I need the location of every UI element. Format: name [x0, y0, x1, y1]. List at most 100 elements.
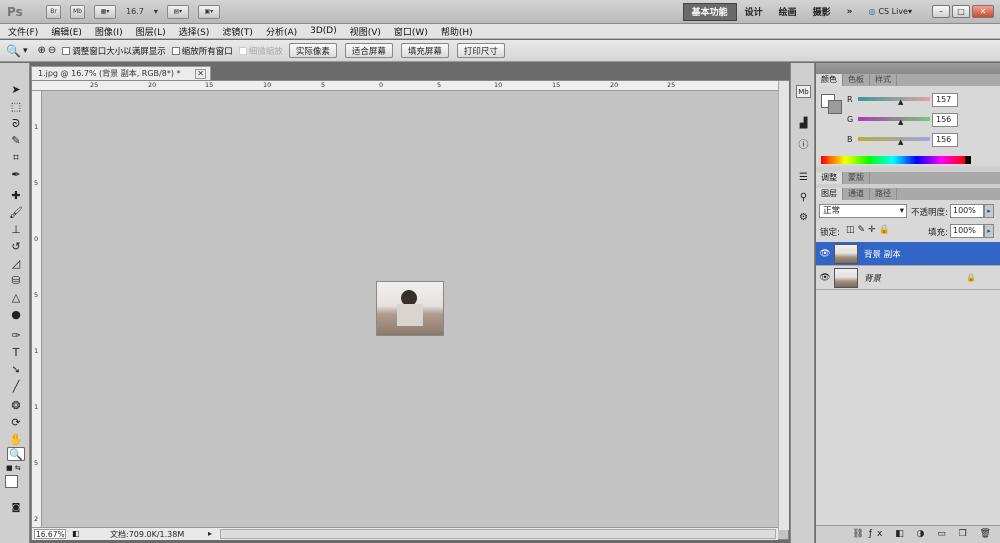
- minimize-button[interactable]: –: [932, 5, 950, 18]
- layer-row[interactable]: 👁 背景 副本: [816, 242, 1000, 266]
- tab-channels[interactable]: 通道: [843, 188, 870, 200]
- eyedropper-tool-icon[interactable]: ✒: [7, 168, 25, 182]
- tab-masks[interactable]: 蒙版: [843, 172, 870, 184]
- zoom-in-icon[interactable]: ⊕: [37, 45, 45, 56]
- pen-tool-icon[interactable]: ✑: [7, 329, 25, 343]
- type-tool-icon[interactable]: T: [7, 346, 25, 360]
- brush-tool-icon[interactable]: 🖌: [7, 206, 25, 220]
- menu-file[interactable]: 文件(F): [8, 25, 38, 38]
- g-value[interactable]: 156: [932, 113, 958, 127]
- clone-stamp-tool-icon[interactable]: ⊥: [7, 223, 25, 237]
- actual-pixels-button[interactable]: 实际像素: [288, 43, 337, 58]
- workspace-design[interactable]: 设计: [737, 3, 771, 21]
- blur-tool-icon[interactable]: △: [7, 291, 25, 305]
- zoom-all-checkbox[interactable]: [171, 46, 180, 55]
- foreground-color-swatch[interactable]: [5, 475, 18, 488]
- color-background-swatch[interactable]: [828, 100, 842, 114]
- blend-mode-select[interactable]: 正常 ▾: [819, 204, 907, 218]
- tab-paths[interactable]: 路径: [870, 188, 897, 200]
- r-slider-thumb-icon[interactable]: ▲: [898, 98, 903, 106]
- r-value[interactable]: 157: [932, 93, 958, 107]
- lock-icons[interactable]: ◫✎✛🔒: [846, 225, 893, 235]
- menu-select[interactable]: 选择(S): [179, 25, 210, 38]
- preset-dropdown-icon[interactable]: ▾: [23, 46, 28, 56]
- line-tool-icon[interactable]: ╱: [7, 380, 25, 394]
- menu-image[interactable]: 图像(I): [95, 25, 123, 38]
- zoom-tool-icon[interactable]: 🔍: [7, 447, 25, 461]
- r-slider[interactable]: [858, 97, 930, 101]
- 3d-rotate-tool-icon[interactable]: ❂: [7, 399, 25, 413]
- layers-footer-buttons[interactable]: ⛓ƒx ◧ ◑ ▭ ❒ 🗑: [816, 525, 1000, 543]
- menu-3d[interactable]: 3D(D): [310, 26, 337, 36]
- zoom-dropdown-icon[interactable]: ▾: [154, 7, 158, 16]
- maximize-button[interactable]: □: [952, 5, 970, 18]
- close-tab-icon[interactable]: ✕: [195, 69, 206, 79]
- crop-tool-icon[interactable]: ⌗: [7, 151, 25, 165]
- b-value[interactable]: 156: [932, 133, 958, 147]
- fill-screen-button[interactable]: 填充屏幕: [400, 43, 449, 58]
- color-spectrum-bar[interactable]: [821, 156, 965, 164]
- menu-filter[interactable]: 滤镜(T): [222, 25, 253, 38]
- print-size-button[interactable]: 打印尺寸: [456, 43, 505, 58]
- more-workspaces-button[interactable]: »: [839, 3, 861, 21]
- resize-windows-checkbox[interactable]: [62, 46, 71, 55]
- workspace-painting[interactable]: 绘画: [771, 3, 805, 21]
- default-colors-icon[interactable]: ■ ⇆: [6, 464, 28, 473]
- view-extras-button[interactable]: ▦▾: [94, 4, 116, 19]
- zoom-all-option[interactable]: 缩放所有窗口: [171, 45, 233, 57]
- resize-windows-option[interactable]: 调整窗口大小以满屏显示: [62, 45, 166, 57]
- vertical-scrollbar[interactable]: [778, 81, 789, 530]
- brush-presets-icon[interactable]: ⚙: [796, 211, 811, 224]
- lasso-tool-icon[interactable]: ᘐ: [7, 117, 25, 131]
- adjustments-strip-icon[interactable]: ☰: [796, 171, 811, 184]
- tab-adjustments[interactable]: 调整: [816, 172, 843, 184]
- opacity-field[interactable]: 100%: [950, 204, 984, 218]
- cs-live-button[interactable]: ◎ CS Live ▾: [860, 3, 920, 21]
- g-slider-thumb-icon[interactable]: ▲: [898, 118, 903, 126]
- fill-field[interactable]: 100%: [950, 224, 984, 238]
- layer-row[interactable]: 👁 背景 🔒: [816, 266, 1000, 290]
- hand-tool-icon[interactable]: ✋: [7, 433, 25, 447]
- tab-layers[interactable]: 图层: [816, 188, 843, 200]
- 3d-orbit-tool-icon[interactable]: ⟳: [7, 416, 25, 430]
- quick-mask-icon[interactable]: ◙: [7, 501, 25, 515]
- g-slider[interactable]: [858, 117, 930, 121]
- menu-view[interactable]: 视图(V): [350, 25, 381, 38]
- b-slider[interactable]: [858, 137, 930, 141]
- mini-bridge-button[interactable]: Mb: [70, 4, 85, 19]
- arrange-documents-button[interactable]: ▤▾: [166, 4, 189, 19]
- status-icon[interactable]: ◧: [72, 529, 80, 538]
- canvas-image[interactable]: [376, 281, 444, 336]
- fit-screen-button[interactable]: 适合屏幕: [344, 43, 393, 58]
- quick-select-tool-icon[interactable]: ✎: [7, 134, 25, 148]
- zoom-out-icon[interactable]: ⊖: [48, 45, 56, 56]
- paint-bucket-tool-icon[interactable]: ⛁: [7, 274, 25, 288]
- document-tab[interactable]: 1.jpg @ 16.7% (背景 副本, RGB/8*) * ✕: [31, 66, 211, 80]
- visibility-eye-icon[interactable]: 👁: [818, 273, 832, 283]
- b-slider-thumb-icon[interactable]: ▲: [898, 138, 903, 146]
- visibility-eye-icon[interactable]: 👁: [818, 249, 832, 259]
- menu-layer[interactable]: 图层(L): [136, 25, 166, 38]
- zoom-field[interactable]: 16.67%: [34, 529, 66, 539]
- horizontal-scrollbar[interactable]: [220, 529, 776, 539]
- move-tool-icon[interactable]: ➤: [7, 83, 25, 97]
- path-select-tool-icon[interactable]: ➘: [7, 363, 25, 377]
- tab-color[interactable]: 颜色: [816, 74, 843, 86]
- healing-brush-tool-icon[interactable]: ✚: [7, 189, 25, 203]
- bridge-button[interactable]: Br: [46, 4, 61, 19]
- menu-help[interactable]: 帮助(H): [441, 25, 473, 38]
- clone-source-icon[interactable]: ⚲: [796, 191, 811, 204]
- spectrum-black-swatch[interactable]: [965, 156, 971, 164]
- eraser-tool-icon[interactable]: ◿: [7, 257, 25, 271]
- menu-window[interactable]: 窗口(W): [394, 25, 428, 38]
- tab-swatches[interactable]: 色板: [843, 74, 870, 86]
- history-brush-tool-icon[interactable]: ↺: [7, 240, 25, 254]
- workspace-essentials[interactable]: 基本功能: [682, 2, 737, 21]
- menu-edit[interactable]: 编辑(E): [51, 25, 82, 38]
- dodge-tool-icon[interactable]: ●: [7, 308, 25, 322]
- zoom-tool-preset-icon[interactable]: 🔍: [6, 44, 21, 58]
- panel-collapse-bar[interactable]: [816, 63, 1000, 74]
- mini-bridge-panel-icon[interactable]: Mb: [796, 85, 811, 98]
- tab-styles[interactable]: 样式: [870, 74, 897, 86]
- status-menu-arrow-icon[interactable]: ▸: [208, 529, 212, 538]
